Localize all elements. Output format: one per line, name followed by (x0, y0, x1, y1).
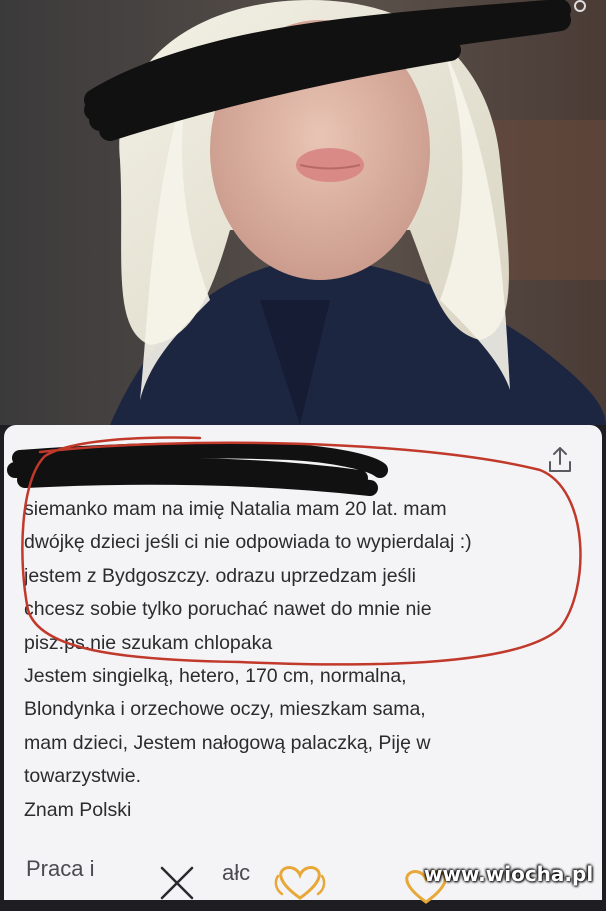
more-dots-icon (574, 0, 586, 12)
section-label-work: Praca i (26, 856, 95, 881)
close-icon (160, 866, 194, 900)
bio-line: siemanko mam na imię Natalia mam 20 lat.… (24, 498, 447, 520)
details-line: Znam Polski (24, 798, 132, 821)
share-button[interactable] (540, 440, 580, 480)
details-line: mam dzieci, Jestem nałogową palaczką, Pi… (24, 731, 431, 754)
bio-line: dwójkę dzieci jeśli ci nie odpowiada to … (24, 531, 472, 554)
details-line: Blondynka i orzechowe oczy, mieszkam sam… (24, 698, 426, 721)
watermark: www.wiocha.pl (424, 862, 594, 886)
bio-line: chcesz sobie tylko poruchać nawet do mni… (24, 598, 432, 621)
dislike-button[interactable] (154, 862, 202, 902)
like-button[interactable] (272, 862, 328, 902)
profile-photo (0, 0, 606, 425)
details-line: Jestem singielką, hetero, 170 cm, normal… (24, 665, 407, 687)
bio-text: siemanko mam na imię Natalia mam 20 lat.… (24, 493, 584, 660)
heart-icon (274, 866, 326, 900)
share-icon (549, 447, 571, 472)
overflow-menu-button[interactable] (566, 0, 594, 18)
profile-photo-image (0, 0, 606, 425)
section-label-partial: ałc (222, 860, 251, 885)
details-line: towarzystwie. (24, 765, 142, 788)
bio-line: pisz.ps.nie szukam chlopaka (24, 631, 273, 654)
profile-details: Jestem singielką, hetero, 170 cm, normal… (24, 660, 584, 827)
bio-line: jestem z Bydgoszczy. odrazu uprzedzam je… (24, 564, 416, 587)
